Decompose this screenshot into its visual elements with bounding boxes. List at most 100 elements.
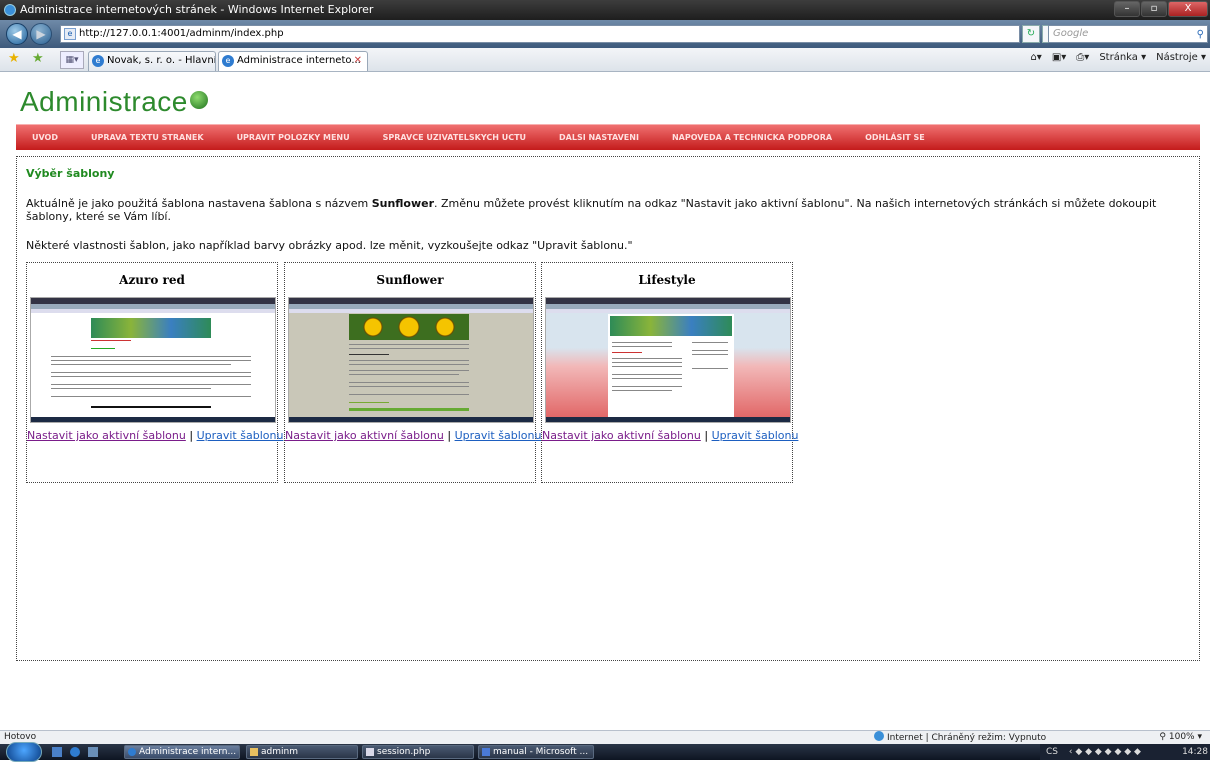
ie-tab-icon: e	[92, 55, 104, 67]
search-icon[interactable]: ⚲	[1197, 27, 1204, 43]
tab-bar: ★ ★ ▦▾ e Novak, s. r. o. - Hlavní strá..…	[0, 48, 1210, 72]
zoom-level: 100%	[1168, 732, 1195, 742]
intro-text-1: Aktuálně je jako použitá šablona nastave…	[26, 197, 372, 210]
taskbar-item-adminm[interactable]: adminm	[246, 745, 358, 759]
taskbar-label: adminm	[261, 747, 298, 757]
globe-icon	[189, 91, 208, 109]
template-card-sunflower: Sunflower Nastavit jako aktivní šablonu …	[284, 262, 541, 483]
switch-windows-icon[interactable]	[88, 747, 98, 757]
tab-administrace[interactable]: e Administrace interneto... ✕	[218, 51, 368, 71]
menu-item-spravce-uctu[interactable]: SPRAVCE UZIVATELSKYCH UCTU	[383, 133, 526, 142]
intro-paragraph: Aktuálně je jako použitá šablona nastave…	[26, 197, 1186, 223]
window-title: Administrace internetových stránek - Win…	[20, 3, 374, 16]
taskbar-item-ie[interactable]: Administrace intern...	[124, 745, 240, 759]
menu-item-dalsi-nastaveni[interactable]: DALSI NASTAVENI	[559, 133, 639, 142]
template-preview-image[interactable]	[288, 297, 534, 423]
home-icon[interactable]: ⌂▾	[1030, 52, 1041, 63]
link-separator: |	[189, 429, 194, 442]
forward-button[interactable]: ▶	[30, 23, 52, 45]
template-links: Nastavit jako aktivní šablonu | Upravit …	[542, 429, 798, 442]
address-input[interactable]: e http://127.0.0.1:4001/adminm/index.php	[60, 25, 1020, 43]
menu-item-upravit-polozky[interactable]: UPRAVIT POLOZKY MENU	[237, 133, 350, 142]
template-name: Azuro red	[119, 273, 185, 287]
tab-novak[interactable]: e Novak, s. r. o. - Hlavní strá...	[88, 51, 216, 71]
page-icon: e	[64, 28, 76, 40]
menu-item-odhlasit[interactable]: ODHLÁSIT SE	[865, 133, 925, 142]
ie-icon	[128, 748, 136, 756]
active-template-name: Sunflower	[371, 197, 435, 210]
taskbar-item-manual[interactable]: manual - Microsoft ...	[478, 745, 594, 759]
tab-label: Administrace interneto...	[237, 55, 361, 66]
page-title: Výběr šablony	[26, 167, 115, 180]
template-preview-image[interactable]	[30, 297, 276, 423]
set-active-template-link[interactable]: Nastavit jako aktivní šablonu	[285, 429, 444, 442]
set-active-template-link[interactable]: Nastavit jako aktivní šablonu	[542, 429, 701, 442]
clock[interactable]: 14:28	[1182, 744, 1208, 760]
status-text: Hotovo	[4, 732, 37, 742]
tools-menu[interactable]: Nástroje ▾	[1156, 52, 1206, 63]
page-menu[interactable]: Stránka ▾	[1099, 52, 1146, 63]
tab-label: Novak, s. r. o. - Hlavní strá...	[107, 55, 216, 66]
window-controls: – ▫ X	[1114, 1, 1208, 17]
security-zone[interactable]: Internet | Chráněný režim: Vypnuto	[874, 731, 1046, 745]
close-button[interactable]: X	[1168, 1, 1208, 17]
link-separator: |	[447, 429, 452, 442]
taskbar-label: Administrace intern...	[139, 747, 237, 757]
menu-item-uprava-textu[interactable]: UPRAVA TEXTU STRANEK	[91, 133, 204, 142]
add-favorites-icon[interactable]: ★	[32, 51, 44, 66]
edit-template-link[interactable]: Upravit šablonu	[455, 429, 542, 442]
zone-text: Internet | Chráněný režim: Vypnuto	[887, 733, 1047, 743]
taskbar-item-session[interactable]: session.php	[362, 745, 474, 759]
template-card-azuro-red: Azuro red Nastavit jako aktivní šablonu …	[26, 262, 283, 483]
start-button[interactable]	[6, 742, 42, 762]
maximize-button[interactable]: ▫	[1141, 1, 1167, 17]
quick-tabs-icon[interactable]: ▦▾	[60, 51, 84, 69]
zoom-control[interactable]: ⚲ 100% ▾	[1159, 731, 1202, 744]
browser-window: Administrace internetových stránek - Win…	[0, 0, 1210, 762]
template-name: Lifestyle	[638, 273, 696, 287]
ie-tab-icon: e	[222, 55, 234, 67]
menu-item-napoveda[interactable]: NAPOVEDA A TECHNICKA PODPORA	[672, 133, 832, 142]
template-links: Nastavit jako aktivní šablonu | Upravit …	[27, 429, 283, 442]
show-desktop-icon[interactable]	[52, 747, 62, 757]
page-viewport: Administrace UVOD UPRAVA TEXTU STRANEK U…	[0, 72, 1210, 730]
edit-template-link[interactable]: Upravit šablonu	[197, 429, 284, 442]
note-paragraph: Některé vlastnosti šablon, jako napříkla…	[26, 239, 633, 252]
taskbar-label: session.php	[377, 747, 431, 757]
status-bar: Hotovo Internet | Chráněný režim: Vypnut…	[0, 730, 1210, 744]
template-name: Sunflower	[376, 273, 444, 287]
template-links: Nastavit jako aktivní šablonu | Upravit …	[285, 429, 541, 442]
language-indicator[interactable]: CS	[1046, 747, 1058, 757]
windows-taskbar: Administrace intern... adminm session.ph…	[0, 742, 1210, 762]
link-separator: |	[704, 429, 709, 442]
edit-template-link[interactable]: Upravit šablonu	[712, 429, 799, 442]
folder-icon	[250, 748, 258, 756]
content-panel: Výběr šablony Aktuálně je jako použitá š…	[16, 156, 1200, 661]
tray-icons[interactable]: ‹ ◆ ◆ ◆ ◆ ◆ ◆ ◆	[1069, 747, 1141, 757]
print-icon[interactable]: ⎙▾	[1076, 52, 1089, 63]
logo-text: Administrace	[20, 86, 188, 117]
ie-app-icon	[4, 4, 16, 16]
minimize-button[interactable]: –	[1114, 1, 1140, 17]
site-logo: Administrace	[20, 86, 208, 118]
template-card-lifestyle: Lifestyle Nastavit jako aktivní šablonu …	[541, 262, 798, 483]
back-button[interactable]: ◀	[6, 23, 28, 45]
word-icon	[482, 748, 490, 756]
refresh-icon[interactable]: ↻	[1022, 25, 1040, 43]
command-bar: ⌂▾ ▣▾ ⎙▾ Stránka ▾ Nástroje ▾	[1030, 52, 1206, 63]
search-placeholder: Google	[1053, 28, 1089, 39]
close-tab-icon[interactable]: ✕	[354, 52, 362, 70]
favorites-star-icon[interactable]: ★	[8, 51, 20, 66]
system-tray: CS ‹ ◆ ◆ ◆ ◆ ◆ ◆ ◆ 14:28	[1040, 744, 1210, 760]
internet-globe-icon	[874, 731, 884, 741]
file-icon	[366, 748, 374, 756]
set-active-template-link[interactable]: Nastavit jako aktivní šablonu	[27, 429, 186, 442]
menu-item-uvod[interactable]: UVOD	[32, 133, 58, 142]
feeds-icon[interactable]: ▣▾	[1052, 52, 1066, 63]
ie-quicklaunch-icon[interactable]	[70, 747, 80, 757]
url-text: http://127.0.0.1:4001/adminm/index.php	[79, 28, 284, 39]
template-preview-image[interactable]	[545, 297, 791, 423]
address-bar-row: ◀ ▶ e http://127.0.0.1:4001/adminm/index…	[0, 20, 1210, 48]
search-input[interactable]: Google ⚲	[1048, 25, 1208, 43]
title-bar: Administrace internetových stránek - Win…	[0, 0, 1210, 20]
